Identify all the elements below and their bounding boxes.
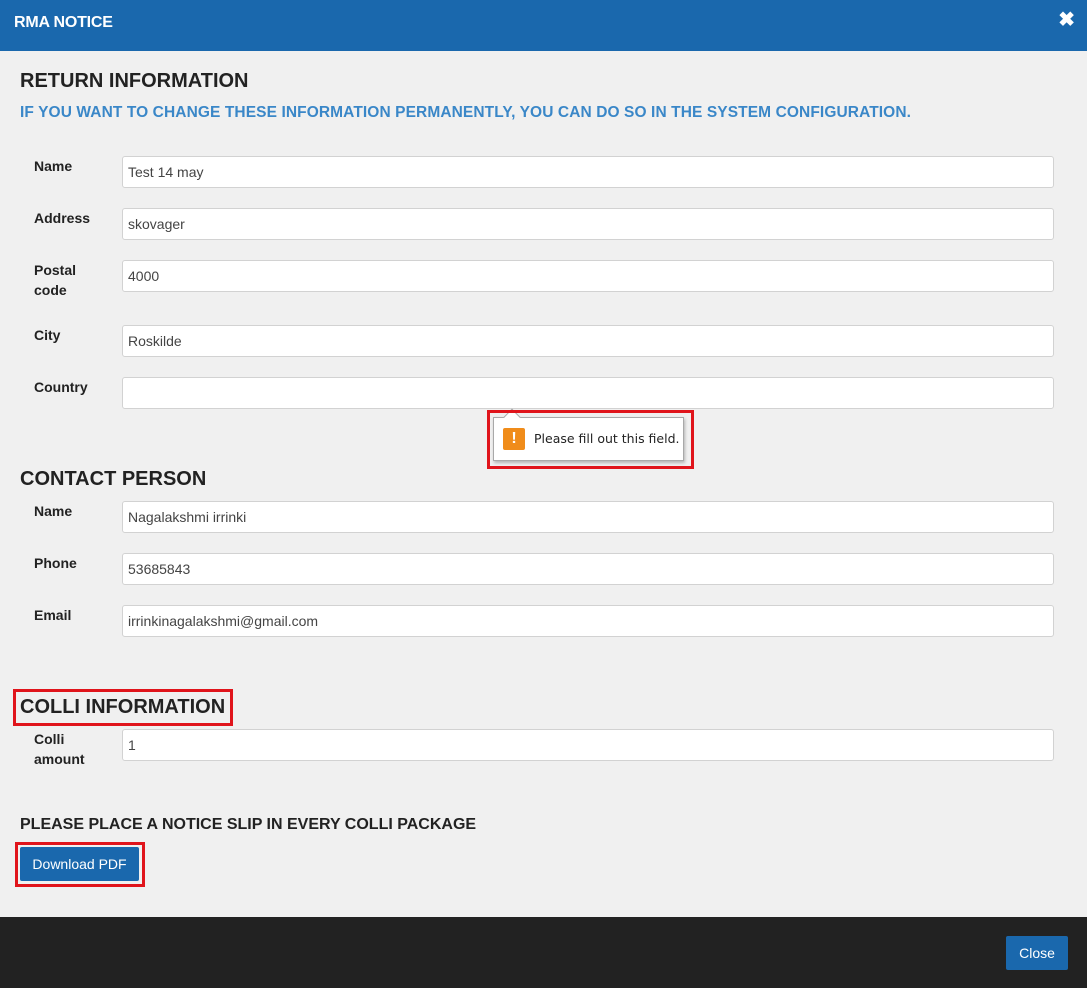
country-input[interactable] — [122, 377, 1054, 409]
postal-label-line2: code — [34, 282, 67, 298]
return-info-title: RETURN INFORMATION — [20, 70, 249, 92]
close-icon[interactable]: ✖ — [1058, 10, 1075, 30]
postal-code-input[interactable] — [122, 260, 1054, 292]
colli-label-line2: amount — [34, 751, 85, 767]
city-label: City — [34, 327, 61, 343]
highlight-box-tooltip — [487, 410, 694, 469]
email-label: Email — [34, 607, 72, 623]
highlight-box-download — [15, 842, 145, 887]
return-name-input[interactable] — [122, 156, 1054, 188]
contact-person-title: CONTACT PERSON — [20, 468, 207, 490]
city-input[interactable] — [122, 325, 1054, 357]
address-input[interactable] — [122, 208, 1054, 240]
highlight-box-colli — [13, 689, 233, 726]
modal-footer: Close — [0, 917, 1087, 988]
colli-label-line1: Colli — [34, 731, 65, 747]
notice-text: PLEASE PLACE A NOTICE SLIP IN EVERY COLL… — [20, 816, 477, 833]
postal-label-line1: Postal — [34, 262, 77, 278]
country-label: Country — [34, 379, 88, 395]
colli-amount-input[interactable] — [122, 729, 1054, 761]
phone-input[interactable] — [122, 553, 1054, 585]
phone-label: Phone — [34, 555, 77, 571]
close-button[interactable]: Close — [1006, 936, 1068, 970]
return-info-subtitle: IF YOU WANT TO CHANGE THESE INFORMATION … — [20, 104, 912, 121]
address-label: Address — [34, 210, 91, 226]
modal-title: RMA NOTICE — [14, 14, 113, 31]
email-input[interactable] — [122, 605, 1054, 637]
modal-header: RMA NOTICE ✖ — [0, 0, 1087, 51]
contact-name-input[interactable] — [122, 501, 1054, 533]
postal-code-label: Postal code — [34, 260, 76, 300]
colli-amount-label: Colli amount — [34, 729, 85, 769]
contact-name-label: Name — [34, 503, 73, 519]
return-name-label: Name — [34, 158, 73, 174]
